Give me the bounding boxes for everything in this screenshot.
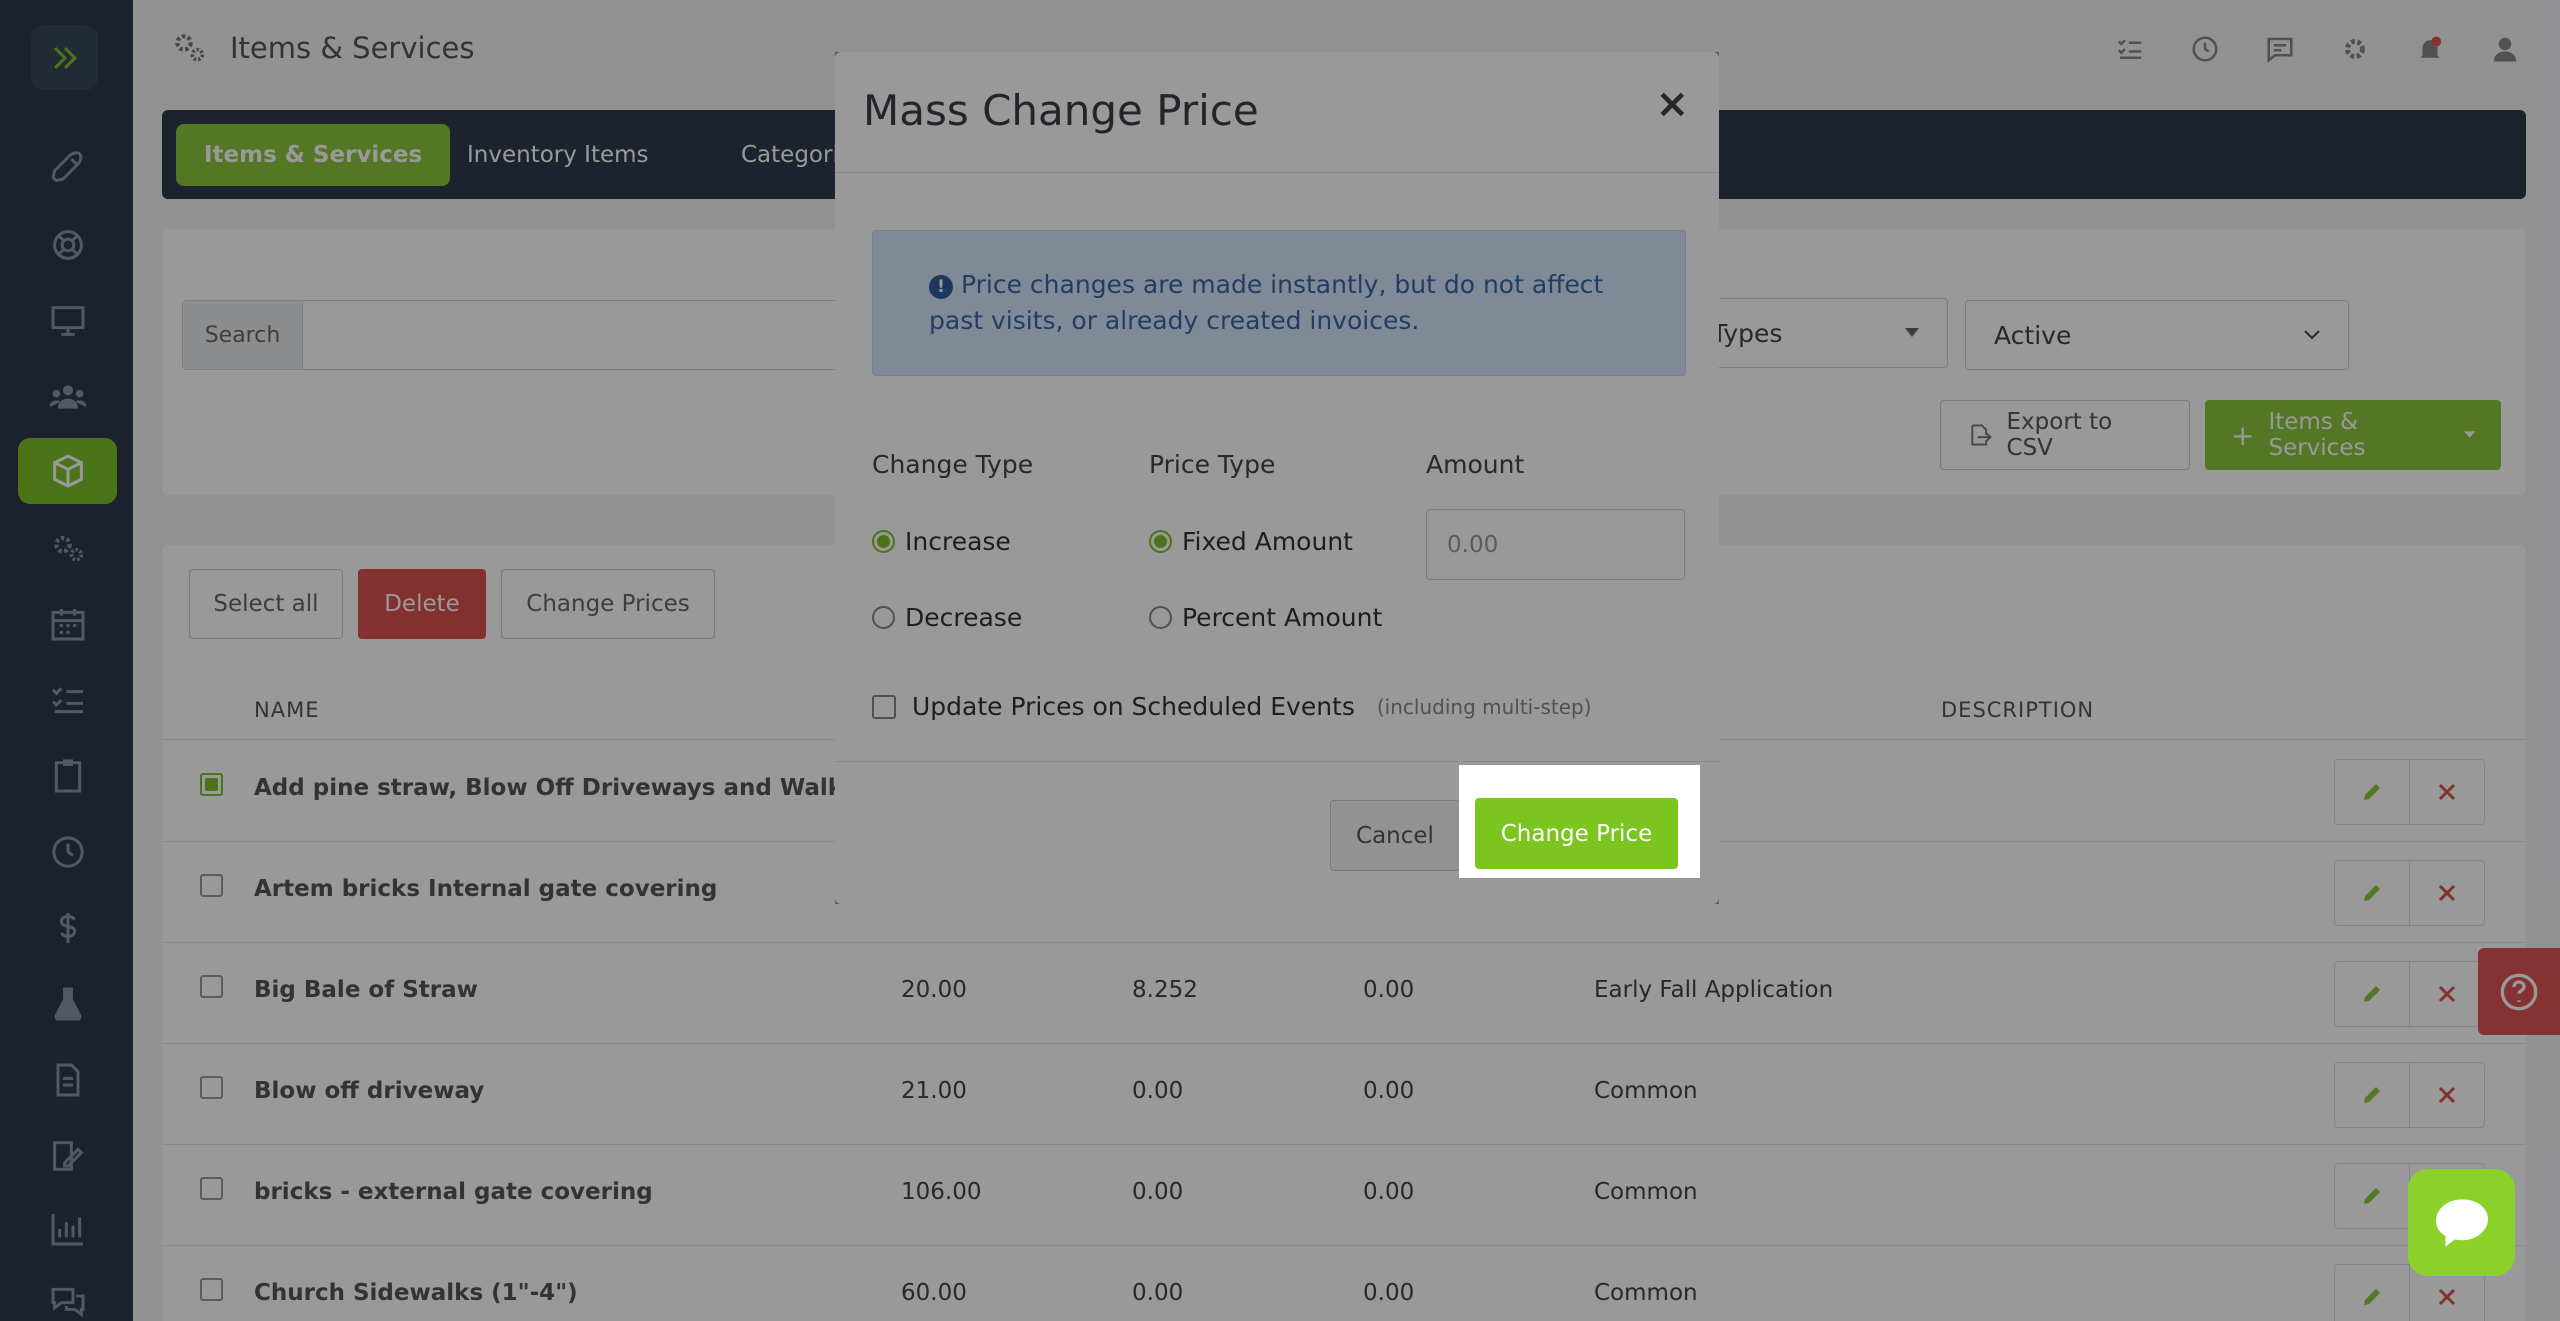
modal-dim-left [835,765,1459,904]
modal-dim-top [835,52,1719,765]
highlight-region: Change Price [1459,765,1700,878]
change-price-button-highlighted[interactable]: Change Price [1475,798,1678,869]
chat-widget-button[interactable] [2408,1169,2515,1276]
modal-dim-bottom [1459,878,1700,904]
chat-bubble-icon [2435,1198,2488,1247]
modal-dim-right [1700,765,1719,904]
